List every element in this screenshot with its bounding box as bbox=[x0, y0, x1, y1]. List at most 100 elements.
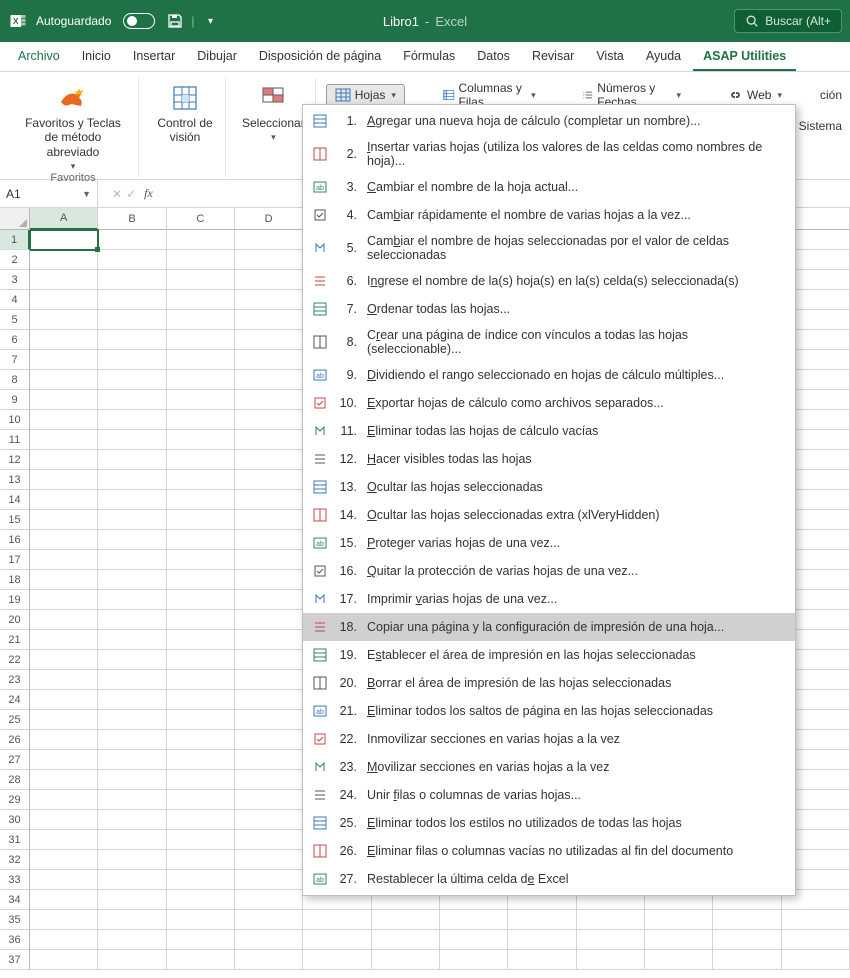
cell[interactable] bbox=[235, 530, 303, 550]
cell[interactable] bbox=[167, 610, 235, 630]
cell[interactable] bbox=[167, 930, 235, 950]
insert-function-icon[interactable]: fx bbox=[140, 186, 157, 201]
cell[interactable] bbox=[167, 350, 235, 370]
menu-item[interactable]: 19.Establecer el área de impresión en la… bbox=[303, 641, 795, 669]
cell[interactable] bbox=[98, 610, 166, 630]
cell[interactable] bbox=[167, 710, 235, 730]
cell[interactable] bbox=[167, 470, 235, 490]
cell[interactable] bbox=[30, 570, 98, 590]
cell[interactable] bbox=[98, 910, 166, 930]
cell[interactable] bbox=[30, 790, 98, 810]
row-header[interactable]: 2 bbox=[0, 250, 30, 270]
menu-item[interactable]: 24.Unir filas o columnas de varias hojas… bbox=[303, 781, 795, 809]
cell[interactable] bbox=[440, 950, 508, 970]
cell[interactable] bbox=[98, 650, 166, 670]
cell[interactable] bbox=[235, 890, 303, 910]
tab-formulas[interactable]: Fórmulas bbox=[393, 43, 465, 71]
cell[interactable] bbox=[167, 490, 235, 510]
cell[interactable] bbox=[235, 610, 303, 630]
menu-item[interactable]: 2.Insertar varias hojas (utiliza los val… bbox=[303, 135, 795, 173]
cell[interactable] bbox=[98, 570, 166, 590]
cell[interactable] bbox=[235, 790, 303, 810]
cell[interactable] bbox=[98, 670, 166, 690]
cell[interactable] bbox=[235, 770, 303, 790]
row-header[interactable]: 36 bbox=[0, 930, 30, 950]
menu-item[interactable]: 5.Cambiar el nombre de hojas seleccionad… bbox=[303, 229, 795, 267]
cell[interactable] bbox=[30, 450, 98, 470]
cell[interactable] bbox=[30, 830, 98, 850]
cell[interactable] bbox=[30, 550, 98, 570]
cell[interactable] bbox=[235, 250, 303, 270]
column-header[interactable]: A bbox=[30, 208, 98, 230]
cell[interactable] bbox=[440, 910, 508, 930]
cell[interactable] bbox=[30, 330, 98, 350]
cell[interactable] bbox=[98, 890, 166, 910]
menu-item[interactable]: 14.Ocultar las hojas seleccionadas extra… bbox=[303, 501, 795, 529]
cell[interactable] bbox=[235, 750, 303, 770]
cell[interactable] bbox=[167, 290, 235, 310]
cell[interactable] bbox=[235, 630, 303, 650]
cell[interactable] bbox=[167, 670, 235, 690]
cell[interactable] bbox=[30, 590, 98, 610]
tab-data[interactable]: Datos bbox=[467, 43, 520, 71]
cell[interactable] bbox=[372, 950, 440, 970]
cell[interactable] bbox=[235, 450, 303, 470]
cell[interactable] bbox=[30, 470, 98, 490]
cell[interactable] bbox=[30, 650, 98, 670]
cell[interactable] bbox=[167, 250, 235, 270]
cell[interactable] bbox=[30, 530, 98, 550]
row-header[interactable]: 11 bbox=[0, 430, 30, 450]
cell[interactable] bbox=[303, 950, 371, 970]
tab-draw[interactable]: Dibujar bbox=[187, 43, 247, 71]
cell[interactable] bbox=[30, 770, 98, 790]
cell[interactable] bbox=[577, 950, 645, 970]
cell[interactable] bbox=[98, 870, 166, 890]
cell[interactable] bbox=[167, 310, 235, 330]
cell[interactable] bbox=[235, 830, 303, 850]
tab-view[interactable]: Vista bbox=[586, 43, 634, 71]
qat-customize-icon[interactable]: ▾ bbox=[203, 13, 219, 29]
cell[interactable] bbox=[98, 470, 166, 490]
tab-home[interactable]: Inicio bbox=[72, 43, 121, 71]
cell[interactable] bbox=[235, 430, 303, 450]
cell[interactable] bbox=[98, 290, 166, 310]
cell[interactable] bbox=[167, 330, 235, 350]
cell[interactable] bbox=[167, 890, 235, 910]
cell[interactable] bbox=[167, 270, 235, 290]
favorites-shortcuts-button[interactable]: Favoritos y Teclas de método abreviado ▾ bbox=[14, 78, 132, 172]
name-box-chevron-icon[interactable]: ▼ bbox=[82, 189, 91, 199]
cell[interactable] bbox=[167, 770, 235, 790]
tab-help[interactable]: Ayuda bbox=[636, 43, 691, 71]
cell[interactable] bbox=[167, 630, 235, 650]
cell[interactable] bbox=[167, 450, 235, 470]
menu-item[interactable]: 7.Ordenar todas las hojas... bbox=[303, 295, 795, 323]
menu-item[interactable]: 6.Ingrese el nombre de la(s) hoja(s) en … bbox=[303, 267, 795, 295]
menu-item[interactable]: 12.Hacer visibles todas las hojas bbox=[303, 445, 795, 473]
row-header[interactable]: 5 bbox=[0, 310, 30, 330]
cell[interactable] bbox=[235, 730, 303, 750]
menu-item[interactable]: 26.Eliminar filas o columnas vacías no u… bbox=[303, 837, 795, 865]
row-header[interactable]: 1 bbox=[0, 230, 30, 250]
row-header[interactable]: 12 bbox=[0, 450, 30, 470]
row-header[interactable]: 15 bbox=[0, 510, 30, 530]
menu-item[interactable]: 22.Inmovilizar secciones en varias hojas… bbox=[303, 725, 795, 753]
menu-item[interactable]: 17.Imprimir varias hojas de una vez... bbox=[303, 585, 795, 613]
cell[interactable] bbox=[98, 450, 166, 470]
cell[interactable] bbox=[235, 510, 303, 530]
row-header[interactable]: 14 bbox=[0, 490, 30, 510]
cell[interactable] bbox=[235, 310, 303, 330]
row-header[interactable]: 18 bbox=[0, 570, 30, 590]
vision-control-button[interactable]: Control de visión bbox=[151, 78, 219, 145]
cell[interactable] bbox=[98, 790, 166, 810]
cell[interactable] bbox=[235, 690, 303, 710]
row-header[interactable]: 19 bbox=[0, 590, 30, 610]
cell[interactable] bbox=[30, 870, 98, 890]
cell[interactable] bbox=[98, 630, 166, 650]
cell[interactable] bbox=[235, 650, 303, 670]
tab-asap-utilities[interactable]: ASAP Utilities bbox=[693, 43, 796, 71]
column-header[interactable]: B bbox=[98, 208, 166, 230]
cell[interactable] bbox=[167, 510, 235, 530]
cell[interactable] bbox=[235, 410, 303, 430]
row-header[interactable]: 10 bbox=[0, 410, 30, 430]
cell[interactable] bbox=[167, 530, 235, 550]
